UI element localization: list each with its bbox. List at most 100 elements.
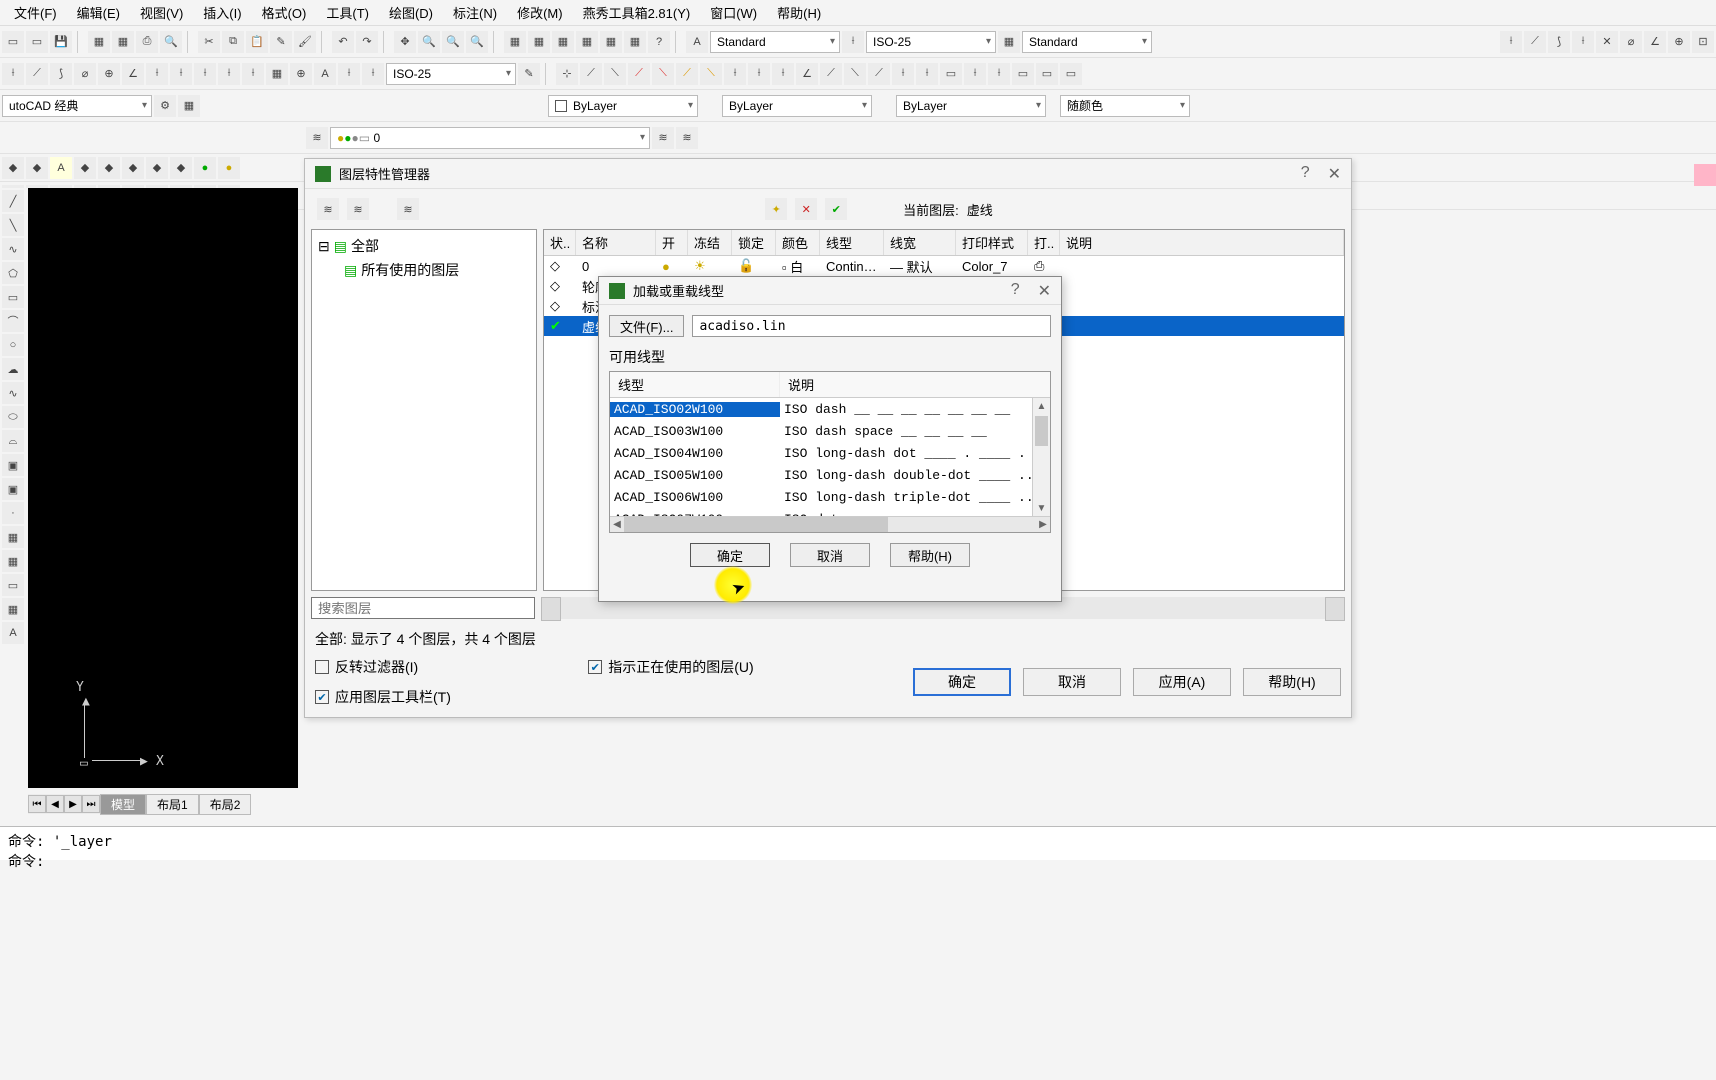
filter-tree[interactable]: ⊟▤全部 ▤所有使用的图层 [311,229,537,591]
tab-last-icon[interactable]: ⏭ [82,795,100,813]
list-item[interactable]: ACAD_ISO03W100ISO dash space __ __ __ __ [610,420,1032,442]
dim-tool14-icon[interactable]: A [314,63,336,85]
toolpalette-icon[interactable]: ▦ [552,31,574,53]
list-item[interactable]: ACAD_ISO05W100ISO long-dash double-dot _… [610,464,1032,486]
osnap15-icon[interactable]: ⟊ [892,63,914,85]
layer-ltype-dropdown[interactable]: ByLayer [722,95,872,117]
dim-aligned-icon[interactable]: ⟋ [1524,31,1546,53]
x1-icon[interactable]: ◆ [2,157,24,179]
scroll-right-icon[interactable]: ▶ [1036,517,1050,532]
osnap14-icon[interactable]: ⟋ [868,63,890,85]
tablestyle-dropdown[interactable]: Standard [1022,31,1152,53]
properties-icon[interactable]: ▦ [504,31,526,53]
tablestyle-icon[interactable]: ▦ [998,31,1020,53]
list-item[interactable]: ACAD_ISO06W100ISO long-dash triple-dot _… [610,486,1032,508]
dim-ordinate-icon[interactable]: ⟊ [1572,31,1594,53]
designcenter-icon[interactable]: ▦ [528,31,550,53]
menu-file[interactable]: 文件(F) [4,1,67,24]
menu-insert[interactable]: 插入(I) [193,1,251,24]
rect-icon[interactable]: ▭ [2,286,24,308]
lldlg-cancel-button[interactable]: 取消 [790,543,870,567]
layer-row[interactable]: ◇ 0 ● ☀ 🔓 ▫ 白 Contin… — 默认 Color_7 ⎙ [544,256,1344,276]
undo-icon[interactable]: ↶ [332,31,354,53]
revcloud-icon[interactable]: ☁ [2,358,24,380]
menu-tools[interactable]: 工具(T) [316,1,379,24]
x8-icon[interactable]: ◆ [170,157,192,179]
col-freeze[interactable]: 冻结 [688,230,732,255]
dim-tolerance-icon[interactable]: ⊡ [1692,31,1714,53]
osnap2-icon[interactable]: ⟋ [580,63,602,85]
ws-lock-icon[interactable]: ▦ [178,95,200,117]
lpm-ok-button[interactable]: 确定 [913,668,1011,696]
lpm-help-icon[interactable]: ? [1301,164,1310,184]
tree-expand-icon[interactable]: ⊟ [318,238,330,255]
layer-bycolor-dropdown[interactable]: 随颜色 [1060,95,1190,117]
osnap10-icon[interactable]: ⟊ [772,63,794,85]
tab-model[interactable]: 模型 [100,794,146,815]
dim-tool13-icon[interactable]: ⊕ [290,63,312,85]
osnap1-icon[interactable]: ⊹ [556,63,578,85]
lpm-cancel-button[interactable]: 取消 [1023,668,1121,696]
tab-first-icon[interactable]: ⏮ [28,795,46,813]
dimstyle-dropdown[interactable]: ISO-25 [866,31,996,53]
osnap7-icon[interactable]: ⟍ [700,63,722,85]
open-icon[interactable]: ▭ [26,31,48,53]
list-hscroll[interactable]: ◀ ▶ [610,516,1050,532]
osnap5-icon[interactable]: ⟍ [652,63,674,85]
tree-all[interactable]: 全部 [351,236,379,256]
line-icon[interactable]: ╱ [2,190,24,212]
dim-tool16-icon[interactable]: ⟊ [362,63,384,85]
ellipsearc-icon[interactable]: ⌓ [2,430,24,452]
menu-modify[interactable]: 修改(M) [507,1,573,24]
osnap20-icon[interactable]: ▭ [1012,63,1034,85]
layer-states-icon[interactable]: ≋ [676,127,698,149]
col-desc[interactable]: 说明 [780,372,1050,397]
scroll-down-icon[interactable]: ▼ [1033,500,1050,516]
paste-icon[interactable]: 📋 [246,31,268,53]
layer-color-dropdown[interactable]: ByLayer [548,95,698,117]
textstyle-dropdown[interactable]: Standard [710,31,840,53]
dim-diameter-icon[interactable]: ⌀ [1620,31,1642,53]
col-ltype[interactable]: 线型 [610,372,780,397]
region-icon[interactable]: ▭ [2,574,24,596]
dim-center-icon[interactable]: ⊕ [1668,31,1690,53]
osnap16-icon[interactable]: ⟊ [916,63,938,85]
osnap21-icon[interactable]: ▭ [1036,63,1058,85]
x4-icon[interactable]: ◆ [74,157,96,179]
command-line[interactable]: 命令: '_layer 命令: [0,826,1716,860]
right-tool-icon[interactable] [1694,164,1716,186]
x2-icon[interactable]: ◆ [26,157,48,179]
col-desc[interactable]: 说明 [1060,230,1344,255]
match-icon[interactable]: ✎ [270,31,292,53]
osnap8-icon[interactable]: ⟊ [724,63,746,85]
dim-angular-icon[interactable]: ∠ [1644,31,1666,53]
mtext-icon[interactable]: A [2,622,24,644]
list-item[interactable]: ACAD_ISO07W100ISO dot . . . . . . . . . … [610,508,1032,516]
hatch-icon[interactable]: ▦ [2,526,24,548]
col-lweight[interactable]: 线宽 [884,230,956,255]
pan-icon[interactable]: ✥ [394,31,416,53]
tab-next-icon[interactable]: ▶ [64,795,82,813]
tab-layout2[interactable]: 布局2 [199,794,252,815]
osnap19-icon[interactable]: ⟊ [988,63,1010,85]
x7-icon[interactable]: ◆ [146,157,168,179]
tree-used[interactable]: 所有使用的图层 [361,260,459,280]
x6-icon[interactable]: ◆ [122,157,144,179]
menu-dimension[interactable]: 标注(N) [443,1,507,24]
save-icon[interactable]: 💾 [50,31,72,53]
help-icon[interactable]: ? [648,31,670,53]
menu-format[interactable]: 格式(O) [252,1,317,24]
zoom-prev-icon[interactable]: 🔍 [466,31,488,53]
brush-icon[interactable]: 🖌 [294,31,316,53]
menu-edit[interactable]: 编辑(E) [67,1,130,24]
menu-draw[interactable]: 绘图(D) [379,1,443,24]
dim-tool11-icon[interactable]: ⟊ [242,63,264,85]
dim-tool9-icon[interactable]: ⟊ [194,63,216,85]
osnap6-icon[interactable]: ⟋ [676,63,698,85]
new-icon[interactable]: ▭ [2,31,24,53]
set-current-icon[interactable]: ✔ [825,198,847,220]
osnap11-icon[interactable]: ∠ [796,63,818,85]
col-name[interactable]: 名称 [576,230,656,255]
dim-linear-icon[interactable]: ⟊ [1500,31,1522,53]
search-layer-input[interactable] [311,597,535,619]
